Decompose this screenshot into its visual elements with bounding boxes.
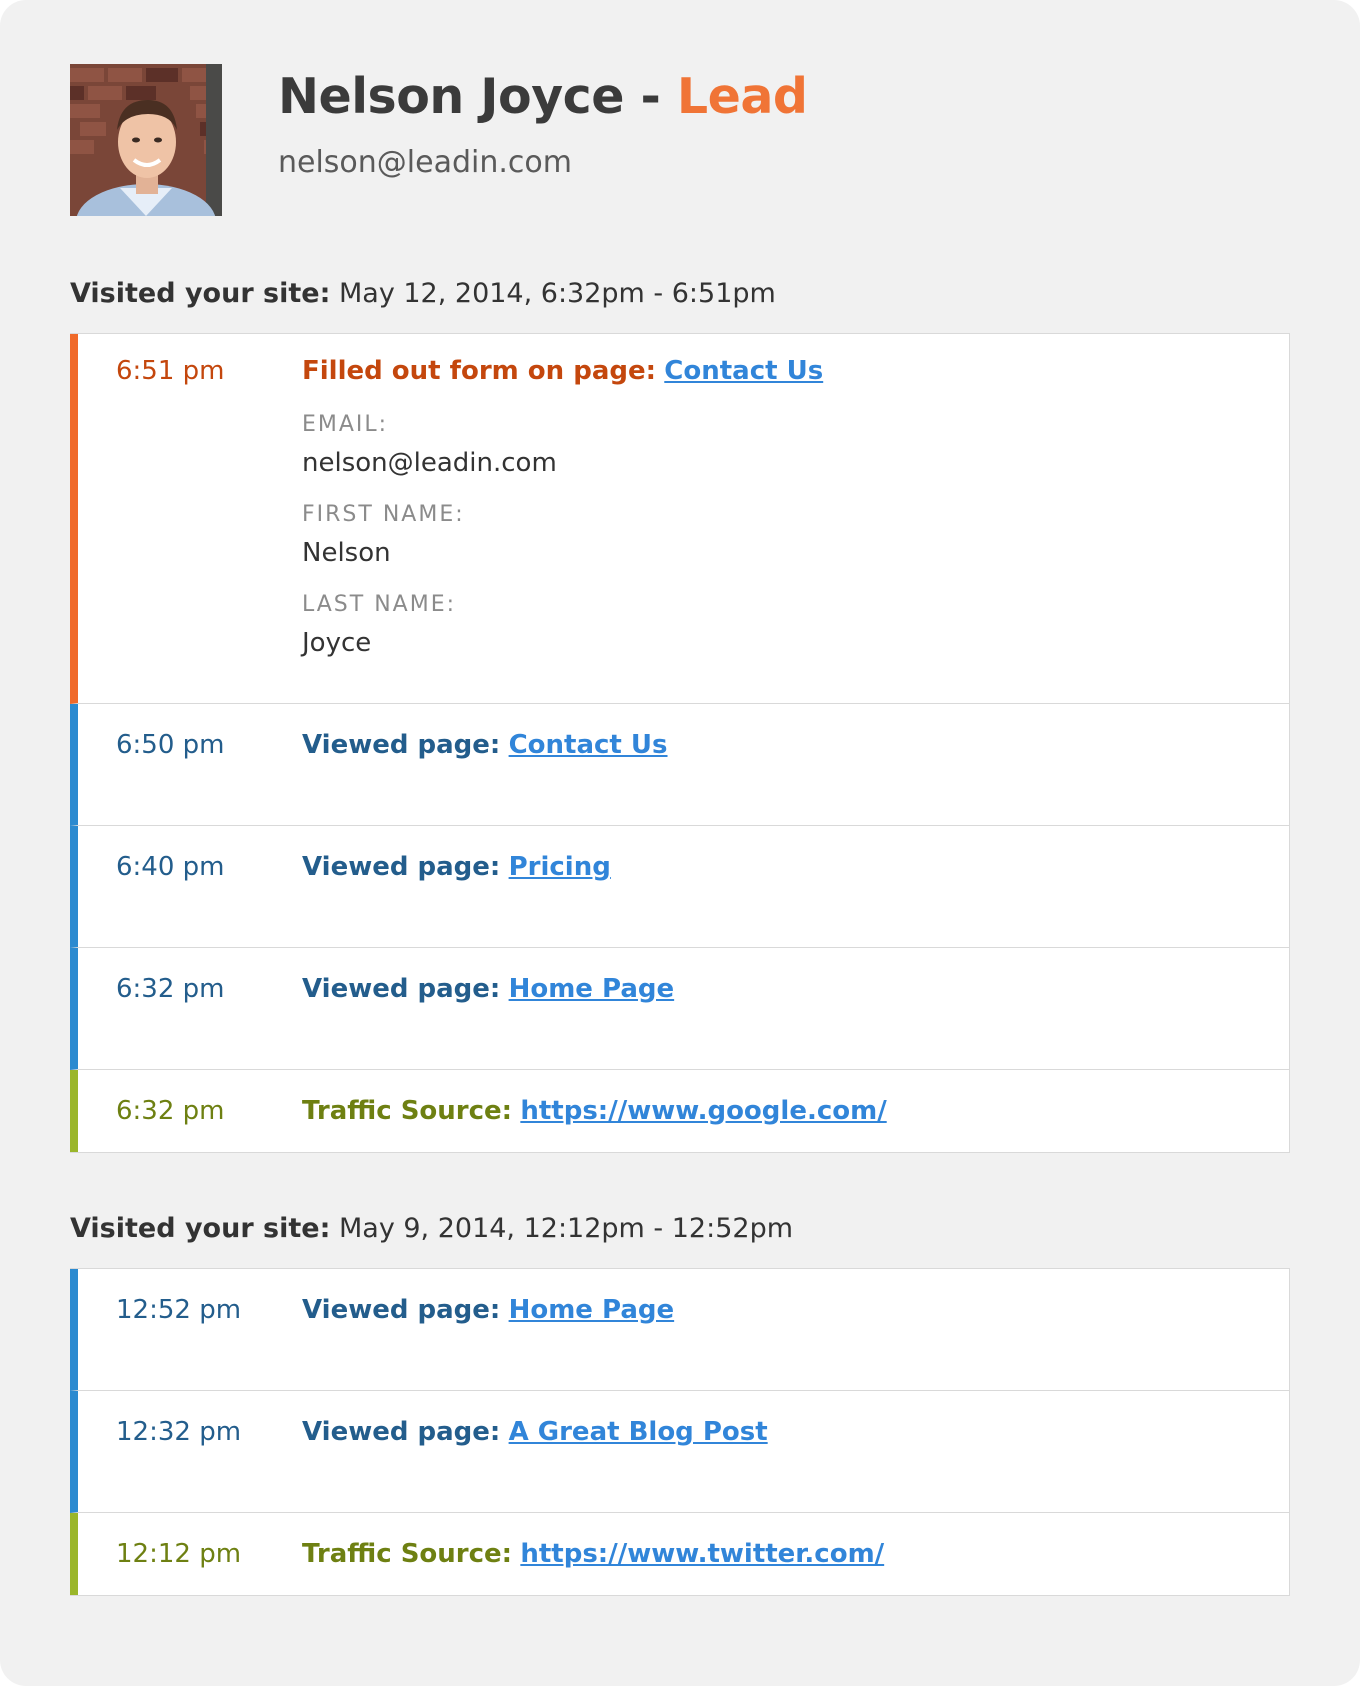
form-fields: EMAIL: nelson@leadin.com FIRST NAME: Nel… — [302, 412, 1289, 658]
contact-name: Nelson Joyce — [278, 68, 624, 125]
event-time: 12:12 pm — [116, 1539, 242, 1569]
event-time: 6:51 pm — [116, 356, 225, 386]
event-body: Traffic Source: https://www.google.com/ — [302, 1098, 1289, 1152]
field-label: LAST NAME: — [302, 592, 457, 617]
session-date-range: May 12, 2014, 6:32pm - 6:51pm — [330, 278, 776, 309]
event-body: Viewed page: A Great Blog Post — [302, 1419, 1289, 1512]
event-label: Viewed page: — [302, 730, 501, 760]
event-link[interactable]: https://www.twitter.com/ — [520, 1539, 884, 1569]
field-label: EMAIL: — [302, 412, 389, 437]
event-link[interactable]: Contact Us — [509, 730, 668, 760]
event-link[interactable]: Home Page — [509, 1295, 675, 1325]
event-time: 6:50 pm — [116, 730, 225, 760]
event-body: Viewed page: Pricing — [302, 854, 1289, 947]
timeline-event-pageview: 6:50 pm Viewed page: Contact Us — [70, 704, 1289, 826]
event-time: 6:32 pm — [116, 1096, 225, 1126]
event-body: Viewed page: Home Page — [302, 976, 1289, 1069]
event-label: Traffic Source: — [302, 1096, 513, 1126]
event-label: Viewed page: — [302, 852, 501, 882]
session-title-prefix: Visited your site: — [70, 1213, 331, 1244]
event-label: Viewed page: — [302, 974, 501, 1004]
timeline-event-pageview: 6:32 pm Viewed page: Home Page — [70, 948, 1289, 1070]
session-timeline: 6:51 pm Filled out form on page: Contact… — [70, 333, 1290, 1153]
event-link[interactable]: Contact Us — [664, 356, 823, 386]
form-field: LAST NAME: Joyce — [302, 592, 1289, 658]
event-link[interactable]: A Great Blog Post — [509, 1417, 768, 1447]
event-label: Viewed page: — [302, 1417, 501, 1447]
timeline-event-traffic-source: 6:32 pm Traffic Source: https://www.goog… — [70, 1070, 1289, 1152]
event-label: Filled out form on page: — [302, 356, 657, 386]
event-body: Viewed page: Contact Us — [302, 732, 1289, 825]
contact-timeline-card: Nelson Joyce - Lead nelson@leadin.com Vi… — [0, 0, 1360, 1686]
event-body: Filled out form on page: Contact Us EMAI… — [302, 358, 1289, 703]
form-field: FIRST NAME: Nelson — [302, 502, 1289, 568]
session-title: Visited your site: May 9, 2014, 12:12pm … — [70, 1215, 1290, 1242]
field-label: FIRST NAME: — [302, 502, 465, 527]
contact-email: nelson@leadin.com — [278, 144, 572, 180]
contact-heading: Nelson Joyce - Lead nelson@leadin.com — [278, 64, 808, 180]
timeline-event-pageview: 12:32 pm Viewed page: A Great Blog Post — [70, 1391, 1289, 1513]
event-link[interactable]: Pricing — [509, 852, 611, 882]
title-separator: - — [623, 68, 677, 125]
event-body: Traffic Source: https://www.twitter.com/ — [302, 1541, 1289, 1595]
field-value: Nelson — [302, 538, 391, 568]
event-link[interactable]: Home Page — [509, 974, 675, 1004]
timeline-event-pageview: 6:40 pm Viewed page: Pricing — [70, 826, 1289, 948]
field-value: nelson@leadin.com — [302, 448, 557, 478]
event-label: Viewed page: — [302, 1295, 501, 1325]
contact-title: Nelson Joyce - Lead — [278, 68, 808, 127]
field-value: Joyce — [302, 628, 372, 658]
event-time: 6:40 pm — [116, 852, 225, 882]
session-title: Visited your site: May 12, 2014, 6:32pm … — [70, 280, 1290, 307]
event-time: 12:52 pm — [116, 1295, 242, 1325]
event-link[interactable]: https://www.google.com/ — [520, 1096, 886, 1126]
avatar — [70, 64, 222, 216]
contact-header: Nelson Joyce - Lead nelson@leadin.com — [70, 64, 1290, 216]
timeline-event-pageview: 12:52 pm Viewed page: Home Page — [70, 1269, 1289, 1391]
session-date-range: May 9, 2014, 12:12pm - 12:52pm — [330, 1213, 794, 1244]
timeline-event-traffic-source: 12:12 pm Traffic Source: https://www.twi… — [70, 1513, 1289, 1595]
event-time: 12:32 pm — [116, 1417, 242, 1447]
form-field: EMAIL: nelson@leadin.com — [302, 412, 1289, 478]
event-body: Viewed page: Home Page — [302, 1297, 1289, 1390]
session-title-prefix: Visited your site: — [70, 278, 331, 309]
event-label: Traffic Source: — [302, 1539, 513, 1569]
lifecycle-stage: Lead — [676, 68, 808, 125]
timeline-event-form: 6:51 pm Filled out form on page: Contact… — [70, 334, 1289, 704]
session-timeline: 12:52 pm Viewed page: Home Page 12:32 pm… — [70, 1268, 1290, 1596]
event-time: 6:32 pm — [116, 974, 225, 1004]
